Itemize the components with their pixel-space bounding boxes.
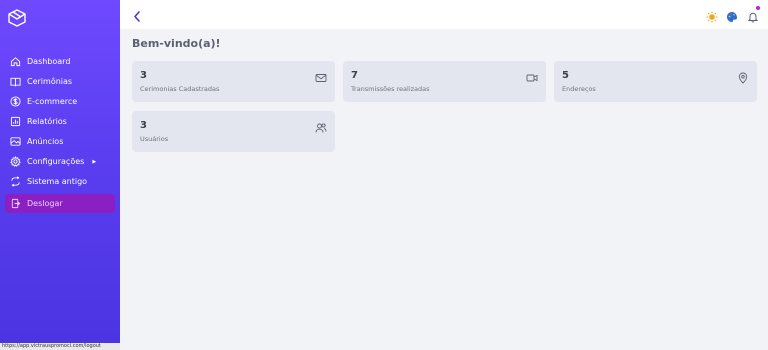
back-arrow-icon[interactable] xyxy=(132,8,142,22)
sidebar-item-anuncios[interactable]: Anúncios xyxy=(5,132,115,151)
palette-icon[interactable] xyxy=(726,8,738,22)
image-icon xyxy=(10,136,21,147)
sidebar-item-label: Dashboard xyxy=(27,57,71,66)
top-bar xyxy=(120,0,768,29)
sidebar-item-ecommerce[interactable]: E-commerce xyxy=(5,92,115,111)
map-pin-icon xyxy=(737,69,749,84)
stat-label: Usuários xyxy=(140,135,169,143)
stat-value: 7 xyxy=(351,70,358,81)
video-icon xyxy=(526,69,538,82)
sidebar-item-deslogar[interactable]: Deslogar xyxy=(5,194,115,213)
sidebar-item-label: Deslogar xyxy=(27,199,63,208)
stat-label: Transmissões realizadas xyxy=(351,85,430,93)
switch-icon xyxy=(10,176,21,187)
sidebar-item-label: Configurações xyxy=(27,157,85,166)
stat-card-enderecos[interactable]: 5 Endereços xyxy=(554,61,757,102)
sidebar-item-dashboard[interactable]: Dashboard xyxy=(5,52,115,71)
gear-icon xyxy=(10,156,21,167)
stat-label: Cerimonias Cadastradas xyxy=(140,85,220,93)
stat-card-cerimonias[interactable]: 3 Cerimonias Cadastradas xyxy=(132,61,335,102)
report-icon xyxy=(10,116,21,127)
stat-value: 3 xyxy=(140,120,147,131)
stat-label: Endereços xyxy=(562,85,596,93)
bell-icon[interactable] xyxy=(747,6,760,23)
home-icon xyxy=(10,56,21,67)
mail-icon xyxy=(315,69,327,82)
stat-card-usuarios[interactable]: 3 Usuários xyxy=(132,111,335,152)
page-title: Bem-vindo(a)! xyxy=(132,37,221,50)
sidebar-item-relatorios[interactable]: Relatórios xyxy=(5,112,115,131)
stat-value: 3 xyxy=(140,70,147,81)
sidebar-item-label: Sistema antigo xyxy=(27,177,88,186)
book-icon xyxy=(10,76,21,87)
sidebar-item-label: E-commerce xyxy=(27,97,78,106)
notification-badge xyxy=(756,6,760,10)
sidebar-item-cerimonias[interactable]: Cerimônias xyxy=(5,72,115,91)
status-bar-url: https://app.victrauspromoci.com/logout xyxy=(0,343,120,350)
sidebar-item-sistema-antigo[interactable]: Sistema antigo xyxy=(5,172,115,191)
sidebar-item-configuracoes[interactable]: Configurações ▶ xyxy=(5,152,115,171)
logo-icon[interactable] xyxy=(7,8,27,28)
users-icon xyxy=(315,119,327,133)
sidebar-item-label: Anúncios xyxy=(27,137,64,146)
sidebar: Dashboard Cerimônias E-commerce Relatóri… xyxy=(0,0,120,350)
sidebar-item-label: Relatórios xyxy=(27,117,67,126)
sun-icon[interactable] xyxy=(706,8,718,23)
stat-card-transmissoes[interactable]: 7 Transmissões realizadas xyxy=(343,61,546,102)
dollar-icon xyxy=(10,96,21,107)
logout-icon xyxy=(10,198,21,209)
stat-value: 5 xyxy=(562,70,569,81)
sidebar-item-label: Cerimônias xyxy=(27,77,73,86)
caret-right-icon: ▶ xyxy=(92,158,97,165)
